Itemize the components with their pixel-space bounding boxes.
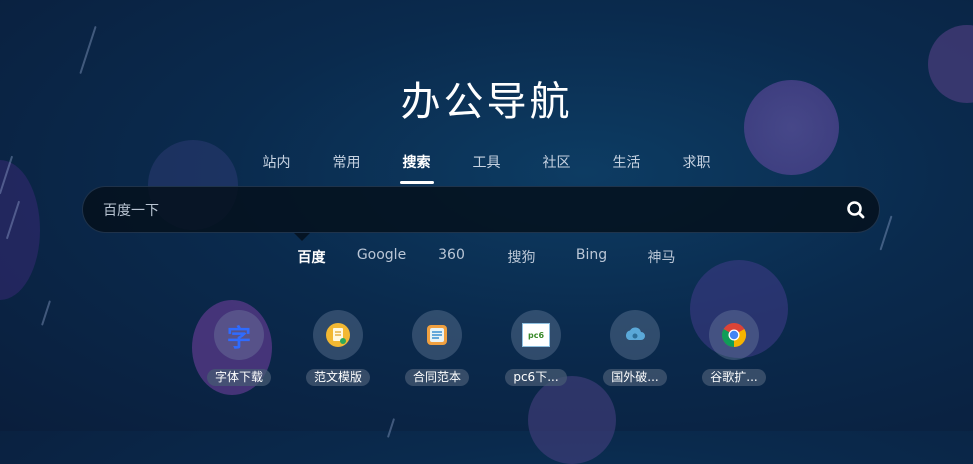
quick-link-label: 合同范本 [404, 369, 469, 386]
cloud-icon [610, 310, 660, 360]
quick-link-templates[interactable]: 范文模版 [303, 310, 374, 386]
active-engine-pointer [294, 233, 310, 241]
quick-link-label: 字体下载 [206, 369, 271, 386]
decor-streak [79, 25, 97, 75]
quick-link-chrome-ext[interactable]: 谷歌扩... [699, 310, 770, 386]
quick-link-font-download[interactable]: 字 字体下载 [204, 310, 275, 386]
engine-bing[interactable]: Bing [557, 247, 627, 267]
quick-link-label: pc6下... [505, 369, 567, 386]
quick-link-label: 谷歌扩... [702, 369, 766, 386]
engine-baidu[interactable]: 百度 [277, 247, 347, 267]
search-input[interactable] [101, 187, 835, 234]
search-icon [847, 201, 865, 219]
tab-site[interactable]: 站内 [242, 152, 312, 184]
page-title: 办公导航 [400, 78, 573, 125]
search-bar [82, 186, 880, 234]
font-char-glyph: 字 [227, 323, 251, 352]
quick-link-foreign[interactable]: 国外破... [600, 310, 671, 386]
tab-jobs[interactable]: 求职 [662, 152, 732, 184]
engine-360[interactable]: 360 [417, 247, 487, 267]
engine-sogou[interactable]: 搜狗 [487, 247, 557, 267]
pc6-logo-glyph: pc6 [527, 330, 545, 340]
tab-life[interactable]: 生活 [592, 152, 662, 184]
engine-google[interactable]: Google [347, 247, 417, 267]
decor-streak [386, 418, 396, 438]
quick-link-label: 国外破... [603, 369, 667, 386]
pc6-logo-badge: pc6 [522, 323, 550, 347]
quick-link-contracts[interactable]: 合同范本 [402, 310, 473, 386]
search-engines: 百度 Google 360 搜狗 Bing 神马 [0, 247, 973, 267]
font-char-icon: 字 [214, 310, 264, 360]
tab-community[interactable]: 社区 [522, 152, 592, 184]
decor-streak [879, 215, 893, 251]
document-template-icon [313, 310, 363, 360]
decor-bubble [528, 376, 616, 464]
contract-icon [412, 310, 462, 360]
quick-links: 字 字体下载 范文模版 合同范本 pc6 pc6下... 国外破... 谷歌扩.… [0, 310, 973, 386]
tab-search[interactable]: 搜索 [382, 152, 452, 184]
tab-tools[interactable]: 工具 [452, 152, 522, 184]
tab-common[interactable]: 常用 [312, 152, 382, 184]
quick-link-label: 范文模版 [305, 369, 370, 386]
category-tabs: 站内 常用 搜索 工具 社区 生活 求职 [0, 152, 973, 184]
search-button[interactable] [843, 197, 869, 223]
chrome-icon [709, 310, 759, 360]
quick-link-pc6[interactable]: pc6 pc6下... [501, 310, 572, 386]
pc6-logo-icon: pc6 [511, 310, 561, 360]
engine-shenma[interactable]: 神马 [627, 247, 697, 267]
decor-streak [5, 200, 21, 240]
